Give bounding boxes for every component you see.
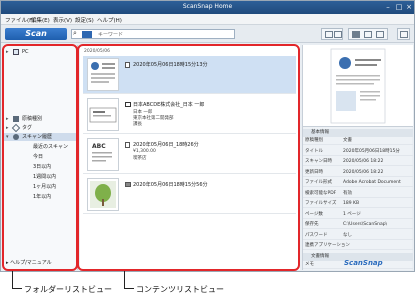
info-field-value: 1 ページ — [343, 211, 361, 217]
info-field-value: なし — [343, 232, 352, 238]
panel-icon — [400, 31, 408, 38]
info-field-value: 189 KB — [343, 201, 360, 206]
content-callout-line — [124, 271, 134, 289]
info-field-key: ファイルサイズ — [305, 201, 337, 206]
compact-view-icon[interactable] — [376, 31, 384, 38]
info-field-row: 原稿種別 文書 — [303, 137, 413, 145]
info-field-row: 更新日時 2020/05/06 18:22 — [303, 169, 413, 177]
toolbar: Scan ⌕ キーワード — [1, 25, 414, 43]
info-field-row: ファイルサイズ 189 KB — [303, 200, 413, 208]
menu-settings[interactable]: 設定(S) — [75, 16, 94, 24]
info-field-row: タイトル 2020年05月06日18時15分 — [303, 148, 413, 156]
folder-callout-line — [12, 271, 22, 289]
page-preview-graphic — [330, 48, 386, 124]
view-toggle-group — [321, 28, 343, 40]
scan-button[interactable]: Scan — [5, 28, 67, 40]
folder-list-highlight — [2, 44, 78, 271]
info-field-row: 保存先 C:\Users\ScanSnap\ — [303, 221, 413, 229]
scansnap-logo: ScanSnap — [344, 259, 383, 267]
info-field-row: 連携アプリケーション — [303, 242, 413, 250]
info-field-value: 文書 — [343, 138, 352, 143]
search-icon: ⌕ — [73, 29, 77, 37]
info-pane: 基本情報 原稿種別 文書タイトル 2020年05月06日18時15分スキャン日時 20… — [302, 45, 413, 270]
info-field-value: 有効 — [343, 190, 352, 196]
search-scope-icon[interactable] — [82, 31, 92, 38]
info-field-value: 2020/05/06 18:22 — [343, 159, 384, 164]
info-field-value: Adobe Acrobat Document — [343, 180, 401, 185]
info-field-key: スキャン日時 — [305, 159, 332, 164]
info-field-key: 連携アプリケーション — [305, 243, 350, 248]
content-list-highlight — [77, 44, 300, 271]
list-view-icon[interactable] — [325, 31, 333, 38]
info-field-row: パスワード なし — [303, 232, 413, 240]
info-field-key: ページ数 — [305, 211, 323, 217]
info-field-row: ページ数 1 ページ — [303, 211, 413, 219]
info-field-row: 検索可能なPDF 有効 — [303, 190, 413, 198]
info-field-key: 原稿種別 — [305, 138, 323, 143]
folder-list-callout: フォルダーリストビュー — [24, 285, 112, 294]
info-field-row: スキャン日時 2020/05/06 18:22 — [303, 158, 413, 166]
search-placeholder: キーワード — [98, 32, 124, 38]
info-field-value: C:\Users\ScanSnap\ — [343, 222, 388, 227]
title-bar: ScanSnap Home – □ × — [1, 1, 414, 14]
info-field-value: 2020/05/06 18:22 — [343, 169, 384, 175]
info-field-key: 保存先 — [305, 222, 319, 227]
info-field-key: タイトル — [305, 148, 323, 154]
menu-edit[interactable]: 編集(E) — [31, 16, 50, 24]
detail-view-icon[interactable] — [334, 31, 342, 38]
content-list-callout: コンテンツリストビュー — [136, 285, 224, 294]
close-button[interactable]: × — [404, 2, 414, 12]
menu-view[interactable]: 表示(V) — [53, 16, 72, 24]
info-field-key: パスワード — [305, 232, 328, 238]
maximize-button[interactable]: □ — [394, 2, 404, 12]
layout-toggle-group — [348, 28, 388, 40]
memo-label: メモ — [305, 262, 314, 267]
thumbnail-view-icon[interactable] — [364, 31, 372, 38]
info-field-key: ファイル形式 — [305, 180, 332, 185]
search-input[interactable]: ⌕ キーワード — [71, 29, 235, 39]
grid-view-icon[interactable] — [352, 31, 360, 38]
info-field-key: 更新日時 — [305, 169, 323, 175]
info-field-key: 検索可能なPDF — [305, 190, 337, 196]
panel-toggle[interactable] — [397, 28, 410, 40]
info-field-value: 2020年05月06日18時15分 — [343, 148, 400, 154]
minimize-button[interactable]: – — [383, 2, 393, 12]
info-field-row: ファイル形式 Adobe Acrobat Document — [303, 179, 413, 187]
preview-area — [303, 45, 413, 127]
menu-bar: ファイル(F) 編集(E) 表示(V) 設定(S) ヘルプ(H) — [1, 14, 414, 25]
menu-help[interactable]: ヘルプ(H) — [97, 16, 122, 24]
section-basic-info[interactable]: 基本情報 — [303, 129, 413, 137]
window-title: ScanSnap Home — [182, 3, 233, 10]
